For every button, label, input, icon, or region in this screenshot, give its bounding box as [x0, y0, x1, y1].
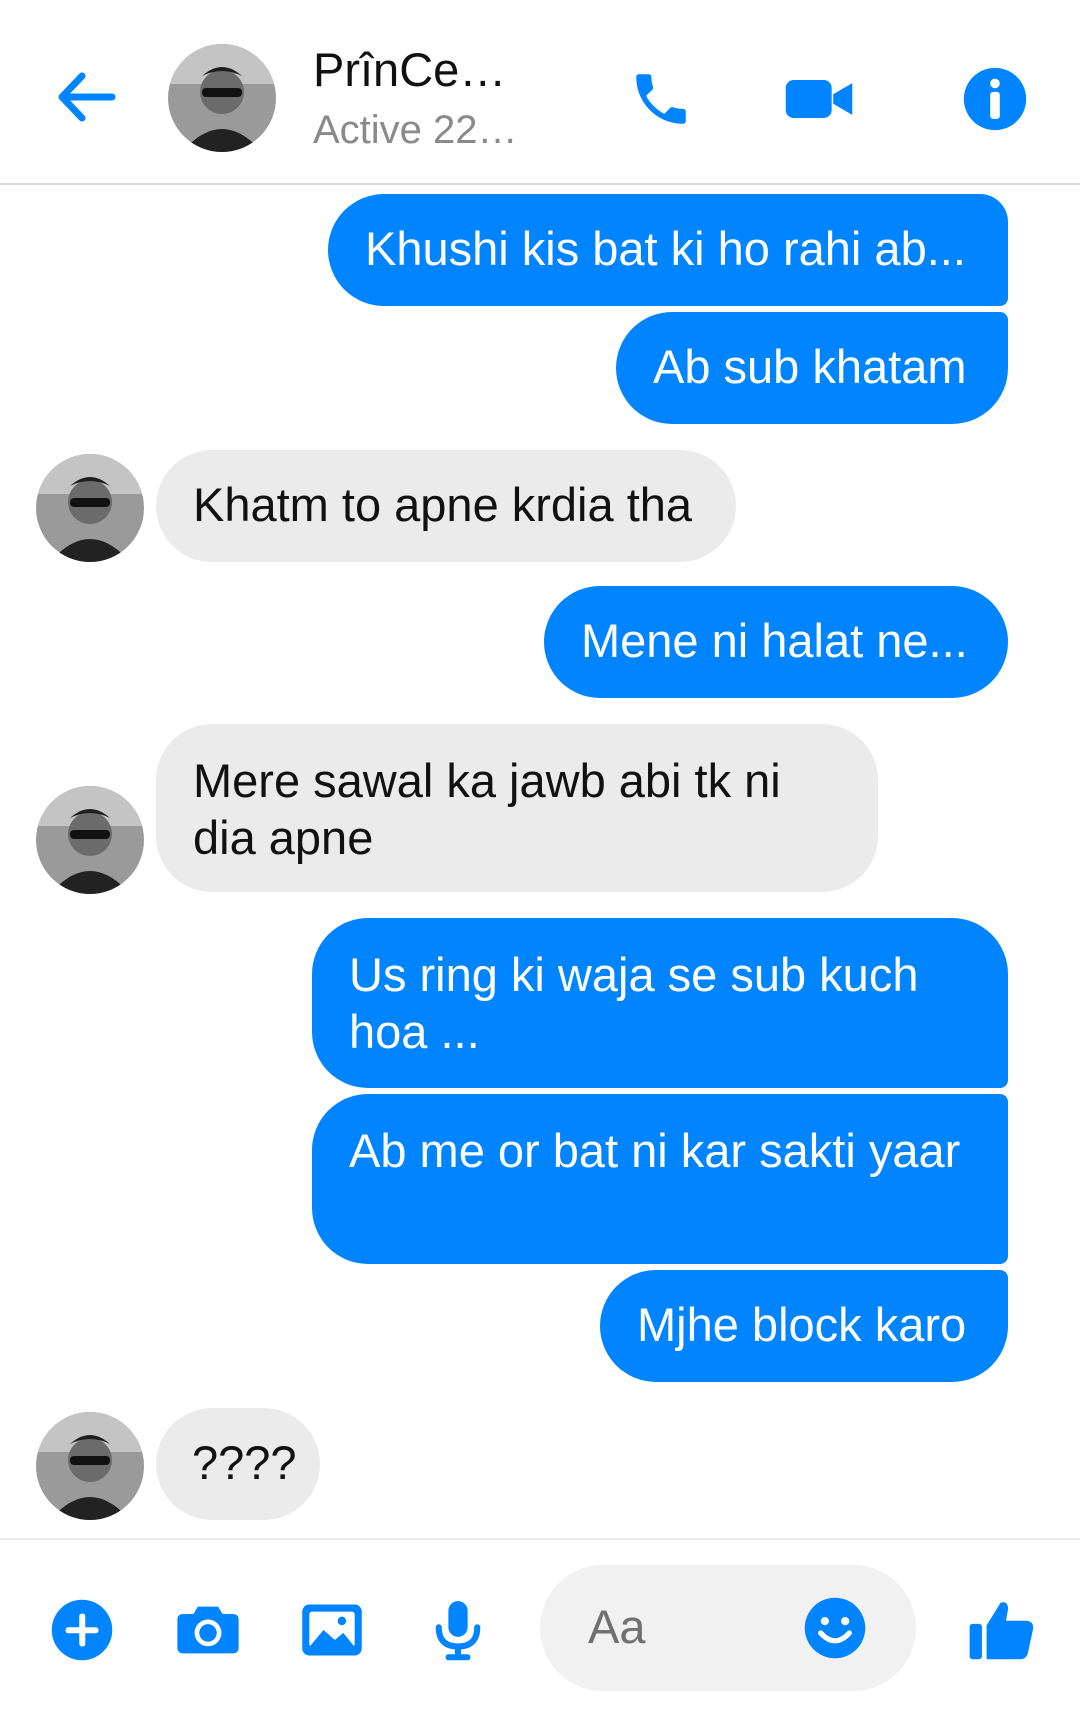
conversation-info-button[interactable]: [956, 60, 1034, 138]
like-button[interactable]: [962, 1590, 1042, 1670]
message-input-placeholder: Aa: [588, 1600, 646, 1653]
message-text: Khushi kis bat ki ho rahi ab...: [365, 222, 966, 275]
outgoing-message[interactable]: Khushi kis bat ki ho rahi ab...: [328, 194, 1008, 306]
message-text: ????: [192, 1436, 297, 1489]
image-icon: [302, 1604, 362, 1656]
message-text: Mjhe block karo: [637, 1298, 967, 1351]
incoming-message[interactable]: ????: [156, 1408, 320, 1520]
back-button[interactable]: [50, 62, 120, 132]
phone-icon: [636, 74, 686, 124]
voice-message-button[interactable]: [422, 1594, 494, 1666]
camera-button[interactable]: [172, 1594, 244, 1666]
incoming-message[interactable]: Mere sawal ka jawb abi tk ni dia apne: [156, 724, 878, 892]
outgoing-message[interactable]: Ab me or bat ni kar sakti yaar: [312, 1094, 1008, 1264]
camera-icon: [177, 1606, 239, 1654]
conversation-header: PrînCe… Active 22…: [0, 0, 1080, 185]
gallery-button[interactable]: [296, 1594, 368, 1666]
contact-name[interactable]: PrînCe…: [313, 42, 506, 97]
microphone-icon: [435, 1601, 481, 1661]
contact-message-avatar[interactable]: [36, 786, 144, 894]
message-text: Us ring ki waja se sub kuch hoa ...: [349, 948, 919, 1058]
voice-call-button[interactable]: [622, 60, 700, 138]
info-icon: [963, 67, 1027, 131]
contact-message-avatar[interactable]: [36, 454, 144, 562]
contact-message-avatar[interactable]: [36, 1412, 144, 1520]
outgoing-message[interactable]: Mene ni halat ne...: [544, 586, 1008, 698]
outgoing-message[interactable]: Ab sub khatam: [616, 312, 1008, 424]
message-text: Ab me or bat ni kar sakti yaar: [349, 1124, 961, 1177]
message-text: Khatm to apne krdia tha: [193, 478, 693, 531]
contact-avatar[interactable]: [168, 44, 276, 152]
more-actions-button[interactable]: [46, 1594, 118, 1666]
message-text: Ab sub khatam: [653, 340, 967, 393]
message-input[interactable]: Aa: [540, 1565, 916, 1691]
plus-circle-icon: [51, 1599, 113, 1661]
active-status: Active 22…: [313, 108, 518, 152]
message-text: Mene ni halat ne...: [581, 614, 968, 667]
video-camera-icon: [785, 80, 853, 118]
video-call-button[interactable]: [780, 60, 858, 138]
thumbs-up-icon: [969, 1602, 1034, 1660]
emoji-button[interactable]: [802, 1595, 868, 1661]
outgoing-message[interactable]: Mjhe block karo: [600, 1270, 1008, 1382]
arrow-left-icon: [58, 72, 116, 122]
incoming-message[interactable]: Khatm to apne krdia tha: [156, 450, 736, 562]
message-text: Mere sawal ka jawb abi tk ni dia apne: [193, 754, 781, 864]
emoji-icon: [804, 1597, 866, 1659]
outgoing-message[interactable]: Us ring ki waja se sub kuch hoa ...: [312, 918, 1008, 1088]
